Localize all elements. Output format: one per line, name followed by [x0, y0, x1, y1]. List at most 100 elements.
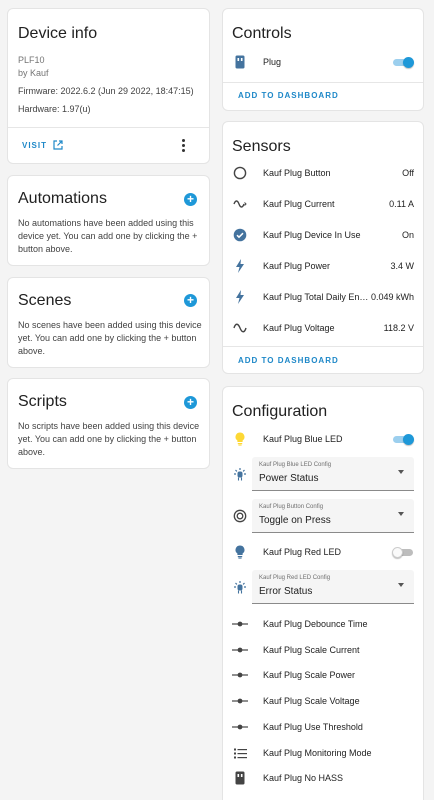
- ray-vertex-icon: [232, 719, 248, 735]
- check-circle-icon: [232, 227, 248, 243]
- red-led-toggle[interactable]: [392, 546, 414, 558]
- config-label: Kauf Plug Use Threshold: [263, 722, 363, 732]
- add-scene-button[interactable]: +: [184, 294, 197, 307]
- config-label: Kauf Plug Blue LED: [263, 434, 343, 444]
- control-label: Plug: [263, 57, 282, 67]
- button-config-select[interactable]: Kauf Plug Button Config Toggle on Press: [252, 499, 414, 533]
- config-row-number[interactable]: Kauf Plug Scale Voltage: [223, 691, 423, 711]
- more-menu-icon[interactable]: [182, 139, 186, 152]
- sensor-label: Kauf Plug Total Daily En…: [263, 292, 369, 302]
- select-value: Toggle on Press: [259, 515, 331, 526]
- sensor-label: Kauf Plug Button: [263, 168, 331, 178]
- chevron-down-icon: [398, 470, 404, 474]
- chevron-down-icon: [398, 512, 404, 516]
- sensor-label: Kauf Plug Power: [263, 261, 331, 271]
- sensor-label: Kauf Plug Device In Use: [263, 230, 361, 240]
- radiobox-icon: [233, 509, 247, 523]
- config-label: Kauf Plug Red LED: [263, 547, 342, 557]
- control-row-plug: Plug: [223, 52, 423, 72]
- config-row-blue-led: Kauf Plug Blue LED: [223, 429, 423, 449]
- visit-label: VISIT: [22, 140, 48, 150]
- sine-wave-icon: [232, 320, 248, 336]
- config-label: Kauf Plug Scale Voltage: [263, 696, 360, 706]
- chevron-down-icon: [398, 583, 404, 587]
- controls-add-to-dashboard[interactable]: ADD TO DASHBOARD: [238, 91, 339, 100]
- automations-empty-text: No automations have been added using thi…: [18, 218, 198, 254]
- config-label: Kauf Plug Monitoring Mode: [263, 748, 372, 758]
- ray-vertex-icon: [232, 616, 248, 632]
- sensor-value: 118.2 V: [383, 323, 414, 333]
- add-script-button[interactable]: +: [184, 396, 197, 409]
- scripts-title: Scripts: [18, 393, 67, 410]
- red-led-config-select[interactable]: Kauf Plug Red LED Config Error Status: [252, 570, 414, 604]
- automations-title: Automations: [18, 190, 107, 207]
- blue-led-toggle[interactable]: [392, 433, 414, 445]
- scenes-title: Scenes: [18, 292, 72, 309]
- select-value: Error Status: [259, 586, 313, 597]
- device-model: PLF10: [18, 55, 45, 65]
- sensor-row[interactable]: Kauf Plug Button Off: [223, 163, 423, 183]
- visit-link[interactable]: VISIT: [22, 140, 63, 150]
- device-info-card: Device info PLF10 by Kauf Firmware: 2022…: [7, 8, 210, 164]
- automations-card: Automations + No automations have been a…: [7, 175, 210, 266]
- config-label: Kauf Plug No HASS: [263, 773, 344, 783]
- sensor-value: 0.11 A: [389, 199, 414, 209]
- sensor-value: 0.049 kWh: [370, 292, 414, 302]
- sensors-card: Sensors Kauf Plug Button Off Kauf Plug C…: [222, 121, 424, 374]
- led-config-icon: [233, 467, 247, 481]
- flash-icon: [232, 289, 248, 305]
- sensor-row[interactable]: Kauf Plug Current 0.11 A: [223, 194, 423, 214]
- plug-icon: [232, 770, 248, 786]
- config-row-monitoring[interactable]: Kauf Plug Monitoring Mode: [223, 743, 423, 763]
- configuration-card: Configuration Kauf Plug Blue LED Kauf Pl…: [222, 386, 424, 800]
- blue-led-config-select[interactable]: Kauf Plug Blue LED Config Power Status: [252, 457, 414, 491]
- config-row-number[interactable]: Kauf Plug Use Threshold: [223, 717, 423, 737]
- select-label: Kauf Plug Blue LED Config: [259, 462, 332, 468]
- sensor-value: 3.4 W: [390, 261, 414, 271]
- current-ac-icon: [232, 196, 248, 212]
- divider: [223, 82, 423, 83]
- select-label: Kauf Plug Button Config: [259, 504, 324, 510]
- sensor-value: On: [401, 230, 414, 240]
- scenes-card: Scenes + No scenes have been added using…: [7, 277, 210, 368]
- config-row-number[interactable]: Kauf Plug Scale Power: [223, 665, 423, 685]
- device-manufacturer: by Kauf: [18, 68, 49, 78]
- sensor-row[interactable]: Kauf Plug Power 3.4 W: [223, 256, 423, 276]
- config-row-red-led: Kauf Plug Red LED: [223, 542, 423, 562]
- plug-toggle[interactable]: [392, 56, 414, 68]
- select-value: Power Status: [259, 473, 319, 484]
- controls-title: Controls: [232, 25, 292, 42]
- sensor-label: Kauf Plug Current: [263, 199, 335, 209]
- config-label: Kauf Plug Debounce Time: [263, 619, 368, 629]
- divider: [8, 127, 209, 128]
- sensors-add-to-dashboard[interactable]: ADD TO DASHBOARD: [238, 356, 339, 365]
- scripts-empty-text: No scripts have been added using this de…: [18, 421, 200, 457]
- scenes-empty-text: No scenes have been added using this dev…: [18, 320, 202, 356]
- plug-icon: [232, 54, 248, 70]
- sensor-row[interactable]: Kauf Plug Voltage 118.2 V: [223, 318, 423, 338]
- open-in-new-icon: [53, 140, 63, 150]
- circle-outline-icon: [232, 165, 248, 181]
- configuration-title: Configuration: [232, 403, 328, 420]
- sensor-row[interactable]: Kauf Plug Device In Use On: [223, 225, 423, 245]
- config-row-no-hass[interactable]: Kauf Plug No HASS: [223, 768, 423, 788]
- sensor-row[interactable]: Kauf Plug Total Daily En… 0.049 kWh: [223, 287, 423, 307]
- sensor-label: Kauf Plug Voltage: [263, 323, 335, 333]
- config-row-number[interactable]: Kauf Plug Scale Current: [223, 640, 423, 660]
- config-row-number[interactable]: Kauf Plug Debounce Time: [223, 614, 423, 634]
- add-automation-button[interactable]: +: [184, 193, 197, 206]
- lightbulb-icon: [232, 544, 248, 560]
- firmware-text: Firmware: 2022.6.2 (Jun 29 2022, 18:47:1…: [18, 86, 194, 96]
- ray-vertex-icon: [232, 693, 248, 709]
- lightbulb-icon: [232, 431, 248, 447]
- flash-icon: [232, 258, 248, 274]
- list-icon: [232, 745, 248, 761]
- sensors-title: Sensors: [232, 138, 291, 155]
- config-label: Kauf Plug Scale Current: [263, 645, 360, 655]
- controls-card: Controls Plug ADD TO DASHBOARD: [222, 8, 424, 111]
- divider: [223, 346, 423, 347]
- select-label: Kauf Plug Red LED Config: [259, 575, 331, 581]
- led-config-icon: [233, 580, 247, 594]
- hardware-text: Hardware: 1.97(u): [18, 104, 91, 114]
- device-info-title: Device info: [18, 25, 98, 42]
